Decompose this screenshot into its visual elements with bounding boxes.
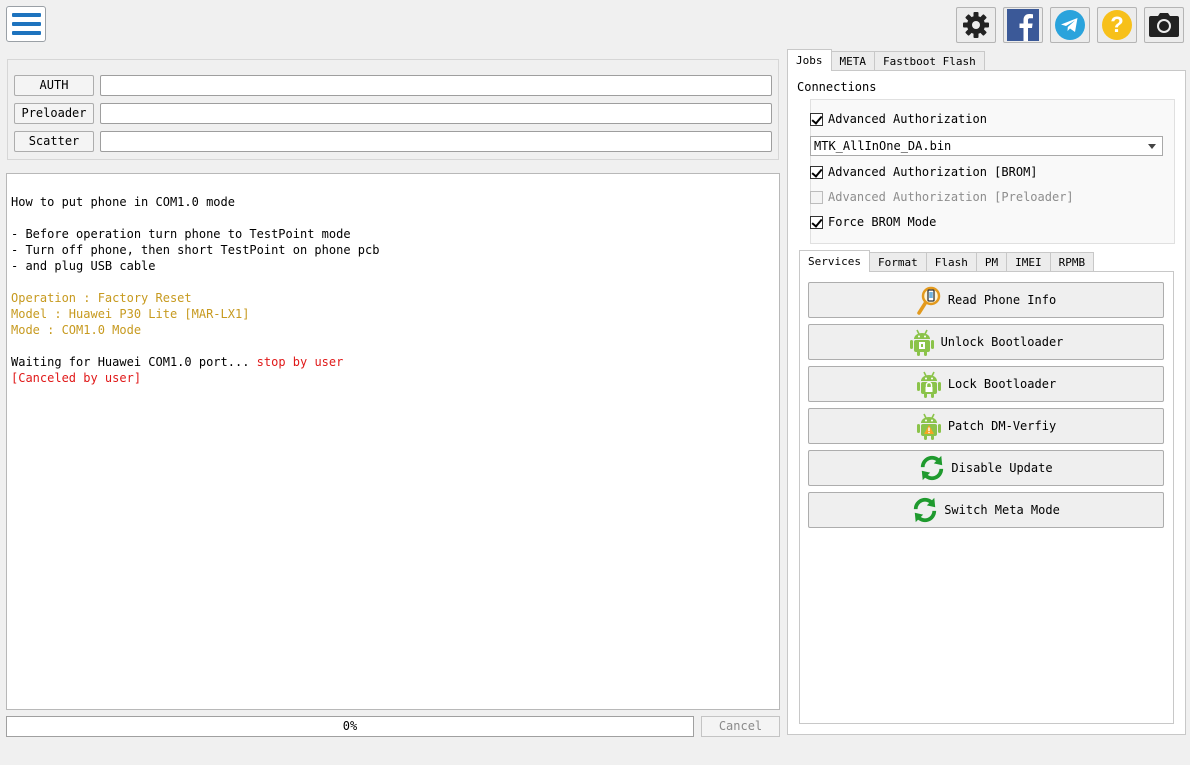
disable-update-button[interactable]: Disable Update (808, 450, 1164, 486)
log-line: How to put phone in COM1.0 mode (11, 194, 775, 210)
android-warning-icon (916, 413, 941, 440)
screenshot-button[interactable] (1144, 7, 1184, 43)
facebook-button[interactable] (1003, 7, 1043, 43)
connections-title: Connections (797, 80, 877, 94)
log-line: - Before operation turn phone to TestPoi… (11, 226, 775, 242)
log-line-text: - Before operation turn phone to TestPoi… (11, 227, 351, 241)
log-line: Waiting for Huawei COM1.0 port... stop b… (11, 354, 775, 370)
read-phone-info-label: Read Phone Info (947, 293, 1057, 307)
service-tabs: Services Format Flash PM IMEI RPMB (799, 250, 1095, 272)
log-line-text: Mode : COM1.0 Mode (11, 323, 142, 337)
read-phone-info-button[interactable]: Read Phone Info (808, 282, 1164, 318)
tab-pm[interactable]: PM (975, 252, 1008, 272)
chevron-down-icon (1148, 144, 1156, 149)
tab-format[interactable]: Format (868, 252, 927, 272)
progress-label: 0% (342, 719, 358, 733)
cancel-button[interactable]: Cancel (701, 716, 780, 737)
magnifier-phone-icon (917, 286, 941, 315)
log-line-text: - and plug USB cable (11, 259, 156, 273)
log-line: Mode : COM1.0 Mode (11, 322, 775, 338)
tab-rpmb[interactable]: RPMB (1049, 252, 1095, 272)
advanced-auth-row[interactable]: Advanced Authorization (810, 110, 987, 128)
settings-button[interactable] (956, 7, 996, 43)
camera-icon (1149, 13, 1179, 37)
advanced-auth-preloader-label: Advanced Authorization [Preloader] (828, 190, 1074, 204)
tab-services[interactable]: Services (799, 250, 870, 272)
unlock-bootloader-button[interactable]: Unlock Bootloader (808, 324, 1164, 360)
log-line: - Turn off phone, then short TestPoint o… (11, 242, 775, 258)
force-brom-checkbox[interactable] (810, 215, 823, 229)
log-line-text: Waiting for Huawei COM1.0 port... (11, 355, 257, 369)
help-icon: ? (1102, 10, 1132, 40)
lock-bootloader-label: Lock Bootloader (947, 377, 1057, 391)
log-line: Model : Huawei P30 Lite [MAR-LX1] (11, 306, 775, 322)
help-button[interactable]: ? (1097, 7, 1137, 43)
advanced-auth-checkbox[interactable] (810, 112, 823, 126)
tab-flash[interactable]: Flash (925, 252, 977, 272)
preloader-button[interactable]: Preloader (14, 103, 94, 124)
patch-dm-verify-label: Patch DM-Verfiy (947, 419, 1057, 433)
log-line: - and plug USB cable (11, 258, 775, 274)
advanced-auth-preloader-row: Advanced Authorization [Preloader] (810, 188, 1074, 206)
android-lock-icon (916, 371, 941, 398)
auth-path-field[interactable] (100, 75, 772, 96)
advanced-auth-preloader-checkbox (810, 190, 823, 204)
tab-jobs[interactable]: Jobs (787, 49, 832, 71)
log-line-text: How to put phone in COM1.0 mode (11, 195, 235, 209)
main-tabs: Jobs META Fastboot Flash (787, 49, 985, 71)
menu-button[interactable] (6, 6, 46, 42)
svg-text:?: ? (1110, 12, 1123, 37)
unlock-bootloader-label: Unlock Bootloader (940, 335, 1064, 349)
da-file-value: MTK_AllInOne_DA.bin (814, 139, 952, 153)
auth-button[interactable]: AUTH (14, 75, 94, 96)
tab-meta[interactable]: META (830, 51, 875, 71)
telegram-button[interactable] (1050, 7, 1090, 43)
log-line-status: stop by user (256, 355, 344, 369)
log-line: [Canceled by user] (11, 370, 775, 386)
switch-meta-mode-label: Switch Meta Mode (944, 503, 1060, 517)
android-unlock-icon (909, 329, 934, 356)
log-line: Operation : Factory Reset (11, 290, 775, 306)
advanced-auth-label: Advanced Authorization (828, 112, 987, 126)
telegram-icon (1055, 10, 1085, 40)
scatter-path-field[interactable] (100, 131, 772, 152)
refresh-icon (914, 497, 937, 523)
log-line-text: [Canceled by user] (11, 371, 142, 385)
advanced-auth-brom-row[interactable]: Advanced Authorization [BROM] (810, 163, 1038, 181)
lock-bootloader-button[interactable]: Lock Bootloader (808, 366, 1164, 402)
patch-dm-verify-button[interactable]: Patch DM-Verfiy (808, 408, 1164, 444)
tab-imei[interactable]: IMEI (1006, 252, 1051, 272)
facebook-icon (1007, 9, 1039, 41)
log-line-text: Operation : Factory Reset (11, 291, 192, 305)
advanced-auth-brom-checkbox[interactable] (810, 165, 823, 179)
settings-icon (963, 12, 989, 38)
refresh-icon (921, 455, 944, 481)
da-file-select[interactable]: MTK_AllInOne_DA.bin (810, 136, 1163, 156)
force-brom-row[interactable]: Force BROM Mode (810, 213, 936, 231)
force-brom-label: Force BROM Mode (828, 215, 937, 229)
log-output[interactable]: How to put phone in COM1.0 mode - Before … (6, 173, 780, 710)
scatter-button[interactable]: Scatter (14, 131, 94, 152)
preloader-path-field[interactable] (100, 103, 772, 124)
log-line-text: - Turn off phone, then short TestPoint o… (11, 243, 380, 257)
switch-meta-mode-button[interactable]: Switch Meta Mode (808, 492, 1164, 528)
log-line-text: Model : Huawei P30 Lite [MAR-LX1] (11, 307, 250, 321)
tab-fastboot-flash[interactable]: Fastboot Flash (874, 51, 985, 71)
disable-update-label: Disable Update (951, 461, 1053, 475)
progress-bar: 0% (6, 716, 694, 737)
advanced-auth-brom-label: Advanced Authorization [BROM] (828, 165, 1038, 179)
